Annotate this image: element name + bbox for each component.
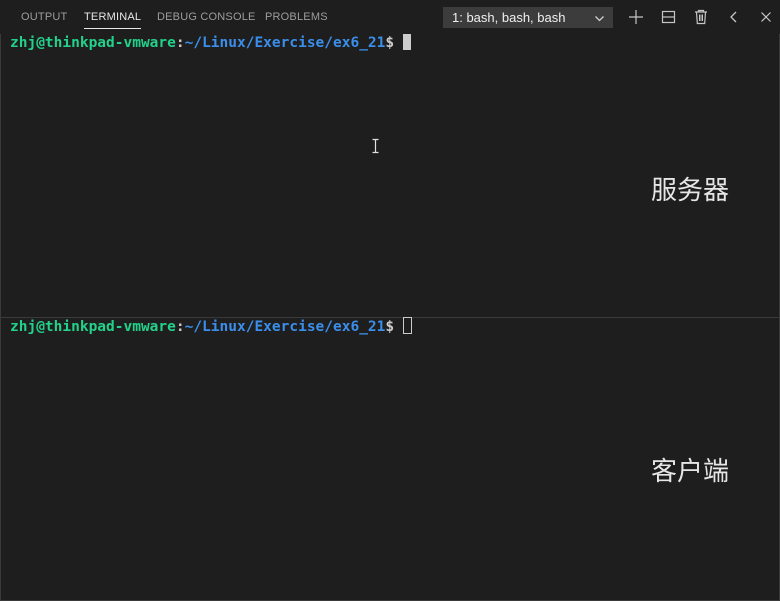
- prompt-colon: :: [175, 35, 185, 51]
- tab-debug-console[interactable]: DEBUG CONSOLE: [157, 10, 256, 32]
- terminal-cursor: [403, 34, 412, 50]
- prompt-user-host: zhj@thinkpad-vmware: [10, 35, 176, 51]
- split-terminal-icon[interactable]: [660, 8, 678, 26]
- terminal-prompt-server: zhj@thinkpad-vmware:~/Linux/Exercise/ex6…: [10, 34, 412, 52]
- terminal-select-dropdown[interactable]: 1: bash, bash, bash: [443, 7, 613, 28]
- prompt-path: ~/Linux/Exercise/ex6_21: [184, 319, 386, 335]
- terminal-select-value: 1: bash, bash, bash: [452, 10, 566, 25]
- plus-icon[interactable]: [627, 8, 645, 26]
- annotation-server: 服务器: [651, 176, 730, 206]
- chevron-down-icon: [594, 12, 605, 27]
- terminal-cursor-inactive: [403, 317, 413, 334]
- chevron-left-icon[interactable]: [725, 8, 743, 26]
- trash-icon[interactable]: [692, 8, 710, 26]
- prompt-colon: :: [175, 319, 185, 335]
- prompt-dollar: $: [385, 35, 395, 51]
- close-icon[interactable]: [757, 8, 775, 26]
- tab-output[interactable]: OUTPUT: [21, 10, 67, 32]
- panel-tab-bar: OUTPUT TERMINAL DEBUG CONSOLE PROBLEMS 1…: [0, 0, 780, 34]
- prompt-user-host: zhj@thinkpad-vmware: [10, 319, 176, 335]
- prompt-dollar: $: [385, 319, 395, 335]
- terminal-prompt-client: zhj@thinkpad-vmware:~/Linux/Exercise/ex6…: [10, 317, 413, 336]
- text-cursor-ibeam-icon: [371, 138, 380, 158]
- tab-terminal[interactable]: TERMINAL: [84, 10, 142, 32]
- tab-problems[interactable]: PROBLEMS: [265, 10, 328, 32]
- annotation-client: 客户端: [651, 457, 730, 487]
- prompt-path: ~/Linux/Exercise/ex6_21: [184, 35, 386, 51]
